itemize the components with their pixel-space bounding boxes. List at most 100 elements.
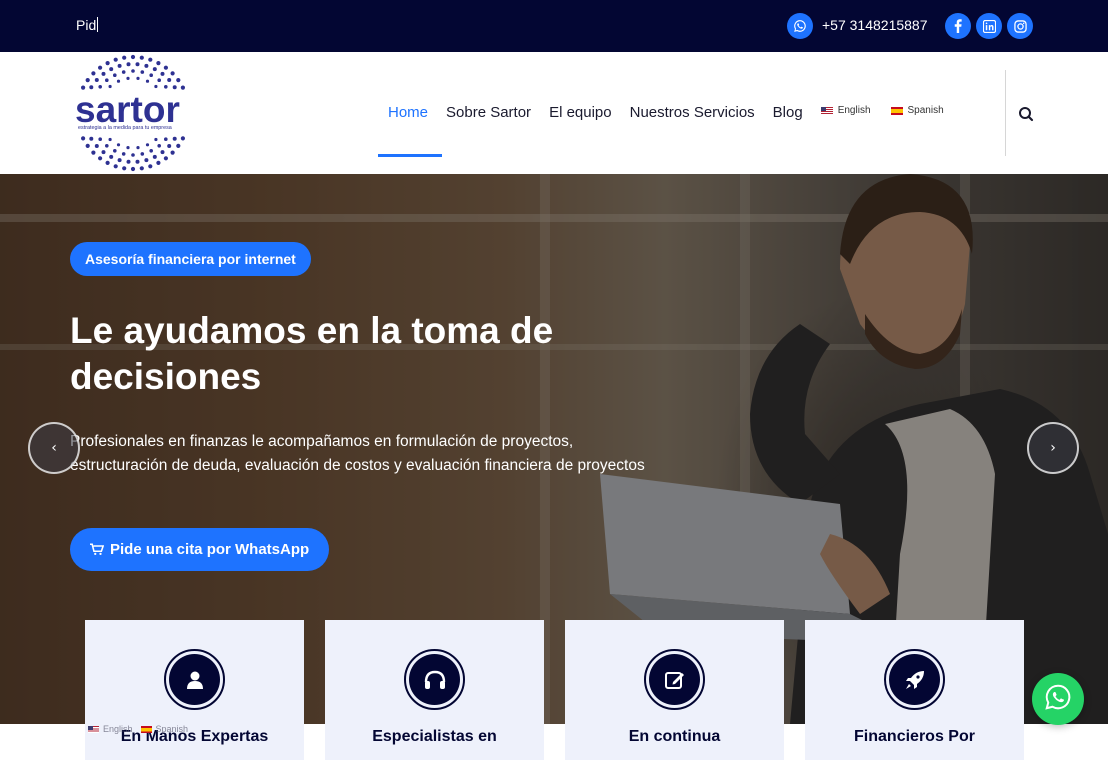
logo-dot	[160, 71, 165, 76]
logo-dot	[85, 143, 90, 148]
logo-dot	[113, 164, 118, 169]
logo-dot	[167, 144, 172, 148]
logo-dot	[145, 79, 150, 83]
nav-el-equipo[interactable]: El equipo	[549, 104, 612, 121]
edit-icon	[644, 649, 705, 710]
logo-dot	[139, 55, 144, 60]
lang-spanish-label[interactable]: Spanish	[156, 724, 189, 734]
nav-nuestros-servicios[interactable]: Nuestros Servicios	[630, 104, 755, 121]
headset-icon	[404, 649, 465, 710]
logo-dot	[167, 78, 172, 82]
logo-dot	[105, 78, 109, 82]
lang-english-label: English	[837, 105, 871, 116]
logo-dot	[163, 65, 168, 70]
logo-dot	[135, 62, 140, 67]
logo-dot	[130, 54, 136, 60]
logo-dot	[144, 158, 149, 163]
nav-home[interactable]: Home	[388, 104, 428, 121]
logo-dot	[98, 156, 103, 161]
whatsapp-icon[interactable]	[787, 13, 813, 39]
logo-dot	[131, 153, 135, 157]
rocket-icon	[884, 649, 945, 710]
sartor-logo[interactable]: sartor estrategia a la medida para tu em…	[72, 52, 194, 174]
logo-dot	[105, 61, 110, 66]
logo-dot	[94, 78, 99, 82]
logo-dot	[101, 71, 106, 76]
spain-flag-icon	[140, 725, 152, 733]
feature-title: Financieros Por	[854, 728, 975, 745]
linkedin-icon[interactable]	[976, 13, 1002, 39]
feature-card[interactable]: Financieros Por	[805, 620, 1024, 760]
logo-dot	[136, 76, 140, 80]
lang-english-label[interactable]: English	[103, 724, 133, 734]
logo-dot	[139, 166, 144, 171]
phone-number[interactable]: +57 3148215887	[822, 17, 928, 33]
logo-dot	[91, 71, 96, 76]
logo-dot	[109, 154, 114, 159]
logo-dot	[170, 150, 175, 155]
cta-label: Pide una cita por WhatsApp	[110, 541, 310, 558]
logo-dot	[152, 154, 157, 159]
spain-flag-icon	[890, 106, 903, 115]
site-header: sartor estrategia a la medida para tu em…	[0, 52, 1108, 174]
logo-dot	[149, 149, 153, 153]
lang-spanish[interactable]: Spanish	[890, 105, 944, 116]
chevron-right-icon: ›	[1050, 440, 1056, 456]
logo-dot	[176, 143, 181, 148]
logo-dot	[116, 79, 121, 83]
logo-dot	[94, 144, 99, 148]
feature-card[interactable]: En continua	[565, 620, 784, 760]
logo-dot	[108, 137, 112, 142]
logo-dot	[156, 61, 161, 66]
logo-dot	[144, 63, 149, 68]
nav-blog[interactable]: Blog	[773, 104, 803, 121]
logo-dot	[121, 152, 126, 156]
search-icon[interactable]	[1016, 104, 1036, 124]
nav-sobre-sartor[interactable]: Sobre Sartor	[446, 104, 531, 121]
whatsapp-chat-button[interactable]	[1032, 673, 1084, 725]
logo-dot	[89, 136, 94, 141]
logo-dot	[180, 85, 185, 90]
logo-dot	[157, 78, 161, 82]
logo-dot	[180, 136, 185, 141]
us-flag-icon	[88, 725, 99, 733]
logo-dot	[81, 136, 86, 141]
logo-dot	[136, 146, 140, 150]
logo-dot	[126, 76, 130, 80]
instagram-icon[interactable]	[1007, 13, 1033, 39]
main-nav: Home Sobre Sartor El equipo Nuestros Ser…	[388, 104, 964, 121]
logo-dot	[85, 78, 90, 83]
hero-badge: Asesoría financiera por internet	[70, 242, 311, 276]
logo-wordmark: sartor	[75, 89, 180, 130]
logo-dot	[140, 152, 145, 156]
logo-dot	[101, 150, 106, 155]
slider-next-button[interactable]: ›	[1027, 422, 1079, 474]
logo-dot	[152, 67, 157, 72]
active-nav-indicator	[378, 154, 442, 157]
feature-card[interactable]: Especialistas en	[325, 620, 544, 760]
logo-dot	[122, 166, 127, 171]
feature-title: Especialistas en	[372, 728, 497, 745]
lang-spanish-label: Spanish	[907, 105, 944, 116]
logo-dot	[145, 143, 150, 147]
logo-dot	[98, 65, 103, 70]
slider-prev-button[interactable]: ‹	[28, 422, 80, 474]
topbar-tagline: Pid	[76, 17, 99, 33]
hero-title: Le ayudamos en la toma de decisiones	[70, 310, 554, 397]
logo-dot	[172, 136, 177, 141]
top-bar: Pid +57 3148215887	[0, 0, 1108, 52]
feature-title: En continua	[628, 728, 721, 745]
whatsapp-appointment-button[interactable]: Pide una cita por WhatsApp	[70, 528, 330, 571]
logo-dot	[108, 84, 112, 89]
floating-language-switcher[interactable]: English Spanish	[88, 724, 196, 734]
lang-english[interactable]: English	[820, 105, 871, 116]
logo-dot	[126, 146, 130, 150]
logo-dot	[105, 160, 110, 165]
logo-dot	[113, 57, 118, 62]
feature-card[interactable]: En Manos Expertas	[85, 620, 304, 760]
logo-dot	[105, 144, 109, 148]
logo-dot	[98, 137, 102, 141]
header-divider	[1005, 70, 1006, 156]
facebook-icon[interactable]	[945, 13, 971, 39]
logo-tagline: estrategia a la medida para tu empresa	[78, 125, 172, 131]
